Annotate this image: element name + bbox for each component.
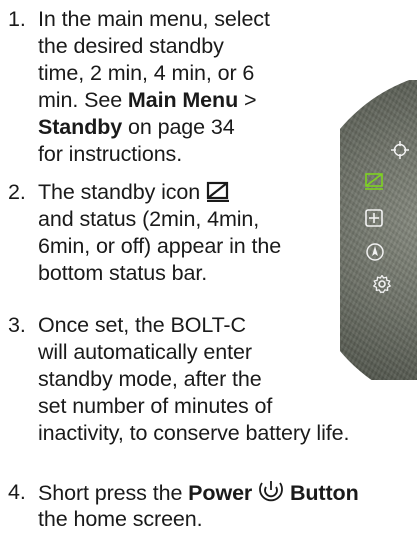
step-text-line: and status (2min, 4min, xyxy=(38,207,260,231)
step-1: 1. In the main menu, select the desired … xyxy=(8,6,270,168)
step-number: 3. xyxy=(8,313,26,337)
settings-gear-icon xyxy=(372,274,392,294)
device-screen-background xyxy=(340,80,417,380)
page-reference: on page 34 xyxy=(122,115,235,139)
step-text-line: time, 2 min, 4 min, or 6 xyxy=(38,61,255,85)
standby-icon xyxy=(364,172,384,192)
step-text-line: Once set, the BOLT-C xyxy=(38,313,246,337)
step-number: 4. xyxy=(8,480,26,504)
step-text-line: The standby icon xyxy=(8,179,281,206)
step-2: 2. The standby icon and status (2min, 4m… xyxy=(8,179,281,287)
step-3: 3. Once set, the BOLT-C will automatical… xyxy=(8,312,349,447)
menu-reference-main-menu: Main Menu xyxy=(127,88,239,112)
menu-reference-standby: Standby xyxy=(38,115,123,139)
step-text-line: Standby on page 34 xyxy=(8,114,270,141)
step-text-line: standby mode, after the xyxy=(38,367,262,391)
button-reference-button: Button xyxy=(289,481,359,505)
crosshair-icon xyxy=(390,140,410,160)
compass-icon xyxy=(365,242,385,262)
standby-icon xyxy=(206,180,230,209)
menu-separator: > xyxy=(238,88,257,112)
step-text-line: for instructions. xyxy=(38,142,183,166)
step-text-line: will automatically enter xyxy=(38,340,252,364)
step-number: 2. xyxy=(8,180,26,204)
step-text-line: In the main menu, select xyxy=(38,7,270,31)
step-text: Short press the xyxy=(38,481,189,505)
plus-box-icon xyxy=(364,208,384,228)
step-text-line: Short press the Power Button xyxy=(8,479,359,506)
step-text-line: 6min, or off) appear in the xyxy=(38,234,282,258)
device-screen-image xyxy=(340,80,417,380)
step-text-line: set number of minutes of xyxy=(38,394,273,418)
button-reference-power: Power xyxy=(188,481,253,505)
step-text-line: the home screen. xyxy=(38,507,203,531)
step-text: min. See xyxy=(38,88,128,112)
step-4: 4. Short press the Power Button the home… xyxy=(8,479,359,533)
step-text-line: min. See Main Menu > xyxy=(8,87,270,114)
power-button-icon xyxy=(258,479,284,510)
step-text: The standby icon xyxy=(38,180,207,204)
document-page: 1. In the main menu, select the desired … xyxy=(0,0,417,553)
step-text-line: bottom status bar. xyxy=(38,261,208,285)
step-number: 1. xyxy=(8,7,26,31)
step-text-line: the desired standby xyxy=(38,34,224,58)
step-text-line: inactivity, to conserve battery life. xyxy=(38,421,350,445)
